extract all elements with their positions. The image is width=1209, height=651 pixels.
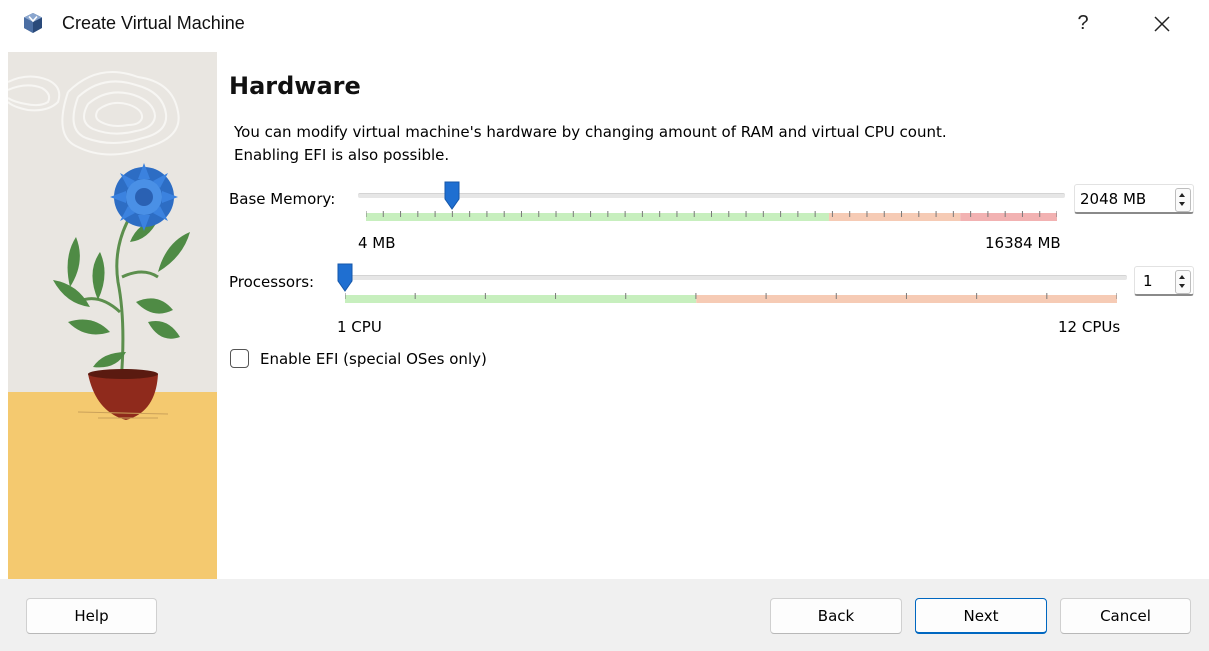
description-line-2: Enabling EFI is also possible. xyxy=(234,146,450,164)
range-zone-optimal xyxy=(345,295,697,303)
increment-icon[interactable] xyxy=(1179,275,1185,279)
memory-min-label: 4 MB xyxy=(358,234,396,252)
description-line-1: You can modify virtual machine's hardwar… xyxy=(234,123,947,141)
base-memory-spinbox[interactable]: 2048 MB xyxy=(1074,184,1194,214)
base-memory-label: Base Memory: xyxy=(229,190,336,208)
page-description: You can modify virtual machine's hardwar… xyxy=(234,121,1134,167)
enable-efi-checkbox[interactable] xyxy=(230,349,249,368)
processors-slider-handle[interactable] xyxy=(337,263,353,293)
back-button[interactable]: Back xyxy=(770,598,902,634)
base-memory-stepper[interactable] xyxy=(1175,188,1191,212)
range-zone-critical xyxy=(960,213,1057,221)
next-button[interactable]: Next xyxy=(915,598,1047,634)
base-memory-slider-track[interactable] xyxy=(358,193,1065,198)
cancel-button[interactable]: Cancel xyxy=(1060,598,1191,634)
page-title: Hardware xyxy=(229,72,361,100)
processors-range-bar xyxy=(345,293,1117,303)
base-memory-value: 2048 MB xyxy=(1080,190,1147,208)
window-title: Create Virtual Machine xyxy=(62,13,245,33)
processors-min-label: 1 CPU xyxy=(337,318,382,336)
processors-stepper[interactable] xyxy=(1175,270,1191,294)
processors-spinbox[interactable]: 1 xyxy=(1134,266,1194,296)
wizard-illustration xyxy=(8,52,217,579)
virtualbox-icon xyxy=(24,13,42,33)
enable-efi-label[interactable]: Enable EFI (special OSes only) xyxy=(260,350,487,368)
title-bar: Create Virtual Machine ? xyxy=(0,0,1209,48)
base-memory-slider-handle[interactable] xyxy=(444,181,460,211)
processors-value: 1 xyxy=(1143,272,1153,290)
close-icon[interactable] xyxy=(1147,9,1177,39)
decrement-icon[interactable] xyxy=(1179,202,1185,206)
processors-slider-track[interactable] xyxy=(338,275,1127,280)
help-icon[interactable]: ? xyxy=(1071,9,1095,37)
memory-max-label: 16384 MB xyxy=(985,234,1061,252)
help-button[interactable]: Help xyxy=(26,598,157,634)
decrement-icon[interactable] xyxy=(1179,284,1185,288)
increment-icon[interactable] xyxy=(1179,193,1185,197)
processors-label: Processors: xyxy=(229,273,315,291)
base-memory-range-bar xyxy=(366,211,1057,221)
processors-max-label: 12 CPUs xyxy=(1058,318,1121,336)
range-zone-warning xyxy=(828,213,961,221)
